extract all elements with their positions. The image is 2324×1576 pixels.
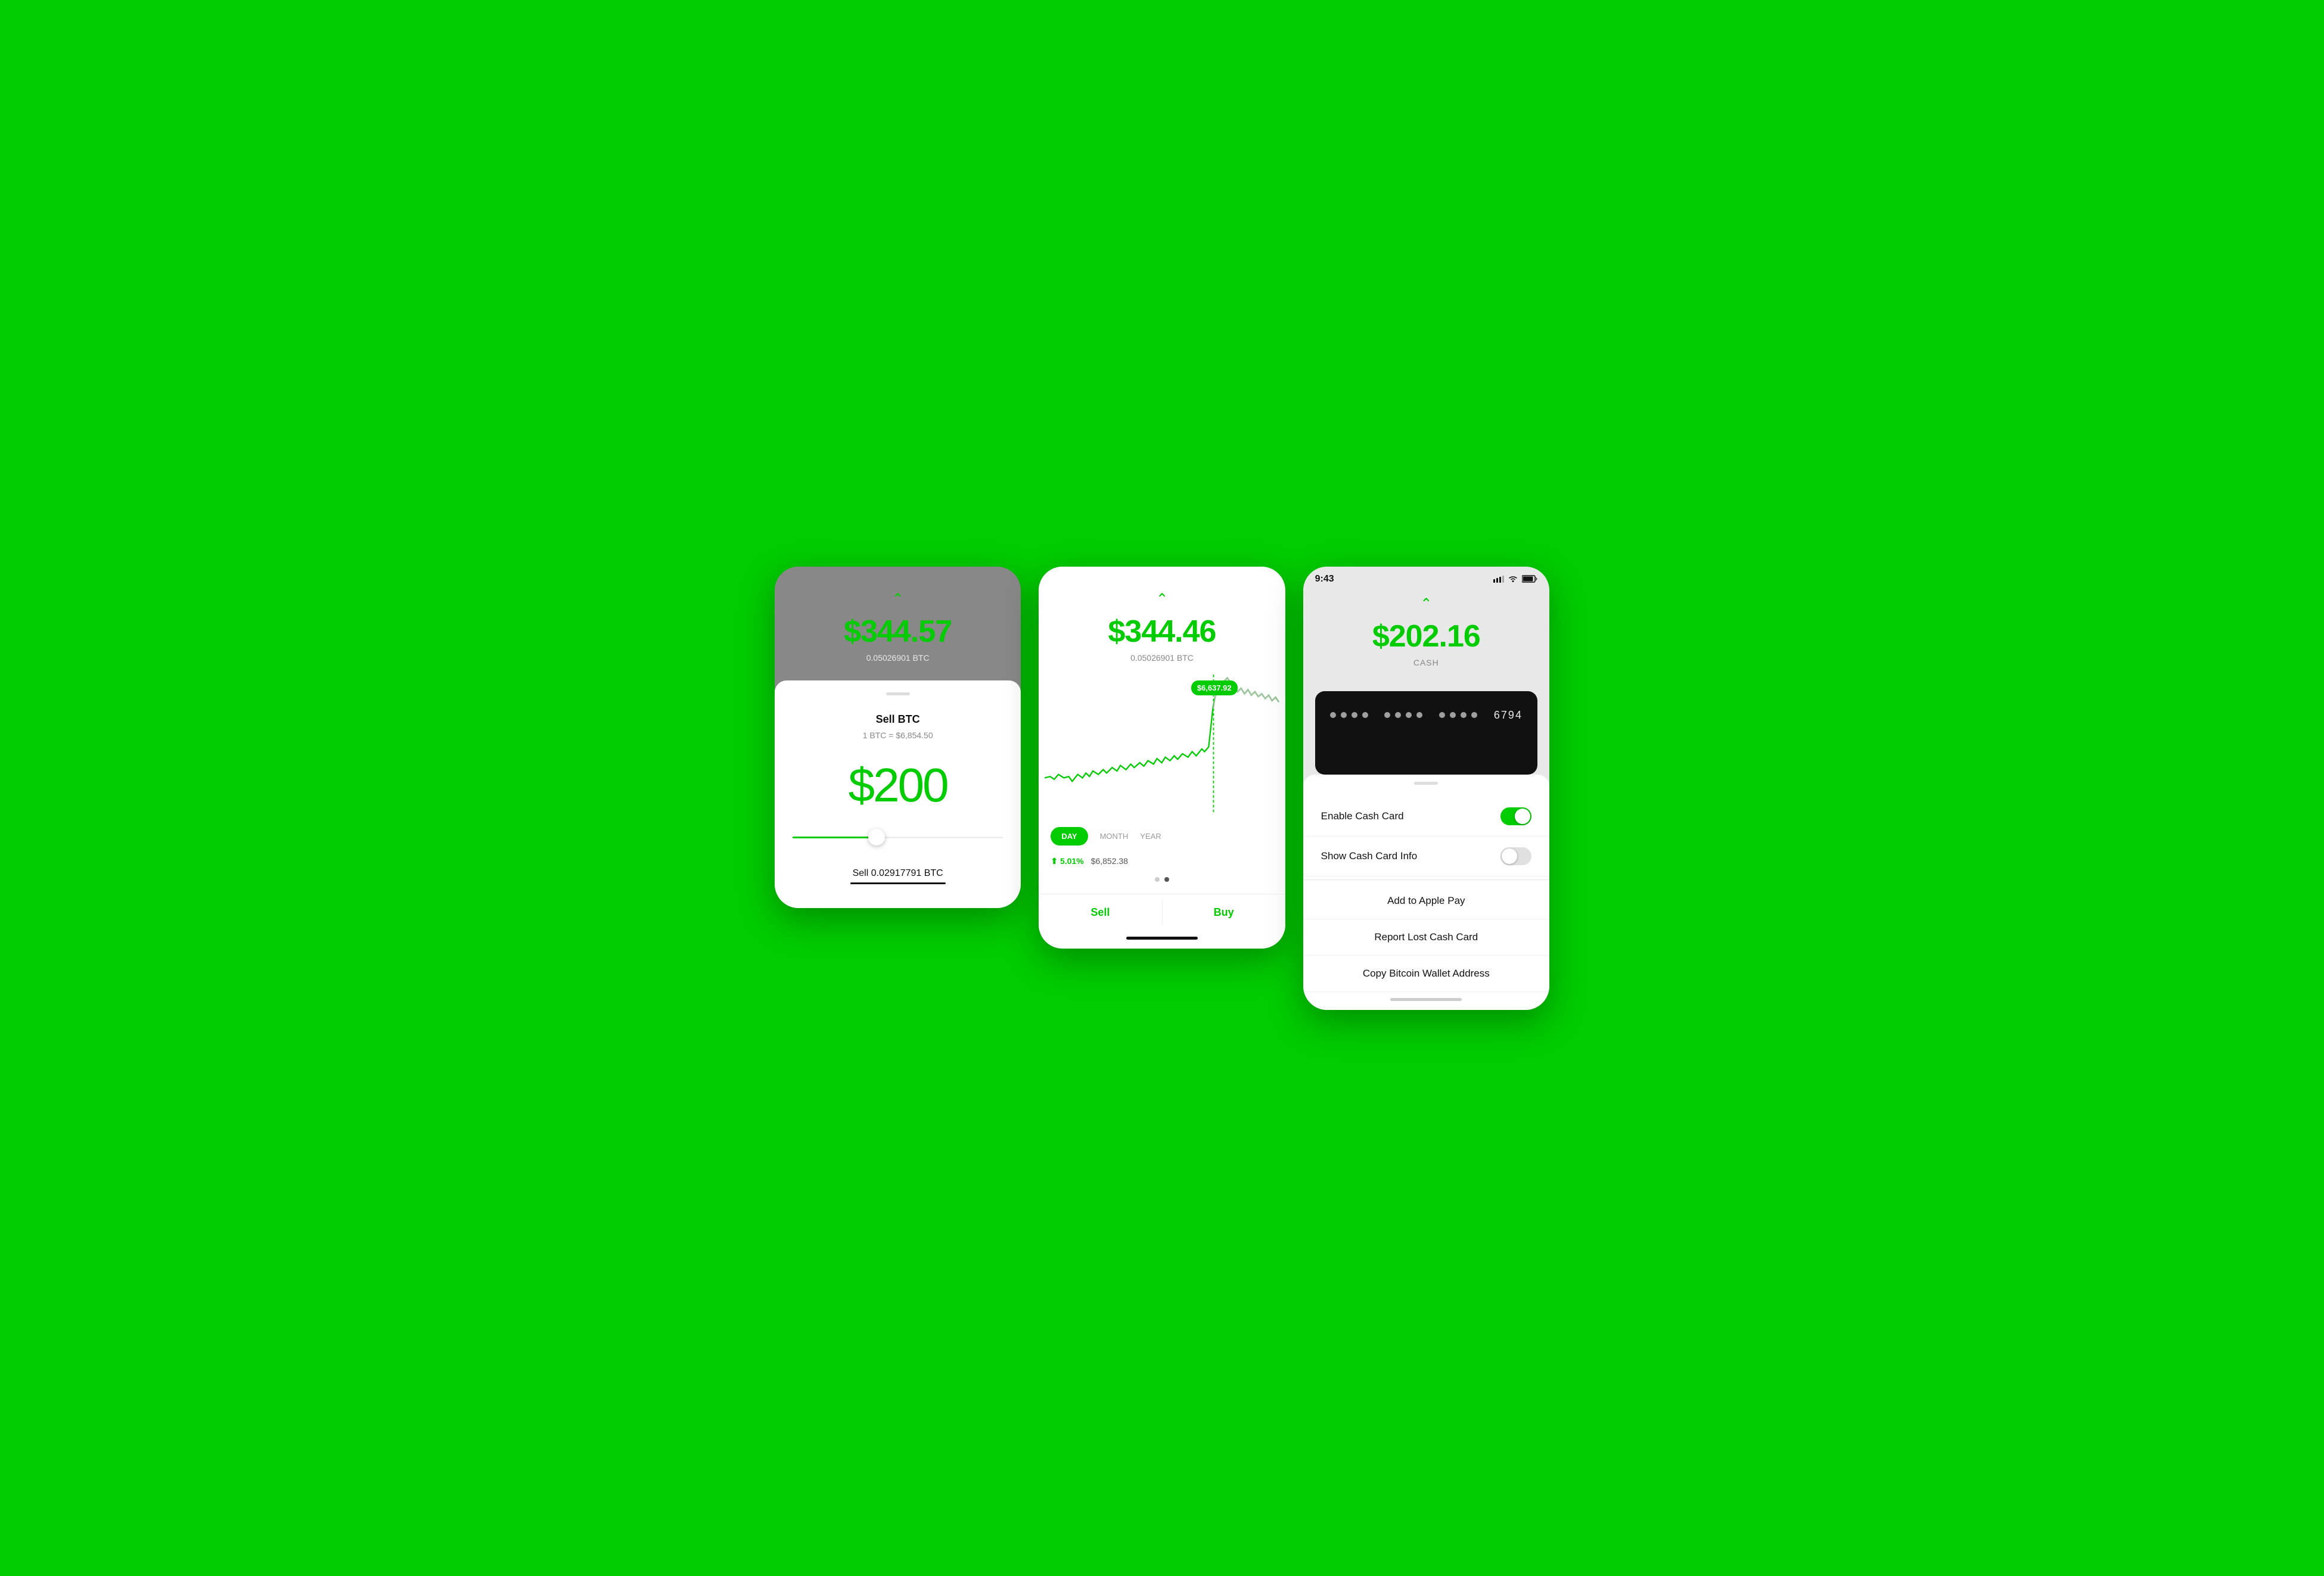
wifi-icon <box>1508 575 1518 583</box>
screen1-top: ⌃ $344.57 0.05026901 BTC <box>775 567 1021 680</box>
menu-item-copy-bitcoin[interactable]: Copy Bitcoin Wallet Address <box>1303 956 1549 992</box>
menu-item-report-lost[interactable]: Report Lost Cash Card <box>1303 919 1549 956</box>
btc-chart: $6,637.92 <box>1039 674 1285 815</box>
menu-item-add-apple-pay[interactable]: Add to Apple Pay <box>1303 883 1549 919</box>
tab-year[interactable]: YEAR <box>1140 832 1161 841</box>
dot-1 <box>1155 877 1160 882</box>
card-group-2 <box>1384 712 1422 718</box>
status-bar: 9:43 <box>1303 567 1549 589</box>
cash-amount: $202.16 <box>1372 618 1480 654</box>
sell-button[interactable]: Sell <box>1039 894 1161 931</box>
buy-button[interactable]: Buy <box>1163 894 1285 931</box>
card-group-3 <box>1439 712 1477 718</box>
btc-sub-screen2: 0.05026901 BTC <box>1130 653 1194 663</box>
menu-item-label: Enable Cash Card <box>1321 810 1404 822</box>
price-tooltip: $6,637.92 <box>1191 680 1238 695</box>
stat-pct: ⬆ 5.01% <box>1051 856 1083 866</box>
screen-btc-sell: ⌃ $344.57 0.05026901 BTC Sell BTC 1 BTC … <box>775 567 1021 908</box>
slider-track <box>793 837 1003 838</box>
card-dot <box>1330 712 1336 718</box>
show-cash-card-info-toggle[interactable] <box>1500 847 1531 865</box>
card-dot <box>1439 712 1445 718</box>
btc-sub-screen1: 0.05026901 BTC <box>866 653 930 663</box>
drag-handle[interactable] <box>886 692 910 695</box>
chart-buttons: Sell Buy <box>1039 894 1285 931</box>
card-dots: 6794 <box>1330 709 1523 722</box>
time-tabs: DAY MONTH YEAR <box>1039 821 1285 851</box>
menu-sheet: Enable Cash Card Show Cash Card Info Add… <box>1303 775 1549 1010</box>
dot-2 <box>1164 877 1169 882</box>
card-dot <box>1351 712 1357 718</box>
menu-item-label: Show Cash Card Info <box>1321 850 1418 862</box>
screen2-top: ⌃ $344.46 0.05026901 BTC <box>1039 567 1285 674</box>
signal-icon <box>1493 576 1504 583</box>
screens-container: ⌃ $344.57 0.05026901 BTC Sell BTC 1 BTC … <box>775 567 1549 1010</box>
battery-icon <box>1522 575 1537 583</box>
card-dot <box>1471 712 1477 718</box>
status-time: 9:43 <box>1315 574 1334 585</box>
tab-day[interactable]: DAY <box>1051 827 1088 845</box>
menu-drag-handle[interactable] <box>1414 782 1438 785</box>
chevron-up-icon-2[interactable]: ⌃ <box>1156 590 1168 608</box>
chart-svg <box>1045 674 1279 812</box>
card-dot <box>1416 712 1422 718</box>
card-dot <box>1450 712 1456 718</box>
menu-divider <box>1303 879 1549 880</box>
tab-month[interactable]: MONTH <box>1100 832 1129 841</box>
screen1-bottom: Sell BTC 1 BTC = $6,854.50 $200 Sell 0.0… <box>775 680 1021 908</box>
cash-label: CASH <box>1413 658 1439 667</box>
enable-cash-card-toggle[interactable] <box>1500 807 1531 825</box>
dots-row <box>1039 871 1285 888</box>
menu-item-enable-cash-card[interactable]: Enable Cash Card <box>1303 797 1549 837</box>
cash-card: 6794 <box>1315 691 1537 775</box>
screen3-top: ⌃ $202.16 CASH <box>1303 589 1549 679</box>
chevron-up-icon-3[interactable]: ⌃ <box>1420 595 1432 613</box>
status-icons <box>1493 575 1537 583</box>
card-dot <box>1406 712 1412 718</box>
home-indicator-3 <box>1390 998 1462 1001</box>
toggle-knob <box>1515 809 1530 824</box>
card-dot <box>1384 712 1390 718</box>
stats-row: ⬆ 5.01% $6,852.38 <box>1039 851 1285 871</box>
menu-item-show-cash-card-info[interactable]: Show Cash Card Info <box>1303 837 1549 876</box>
menu-item-label: Add to Apple Pay <box>1387 895 1465 907</box>
card-dot <box>1461 712 1467 718</box>
stat-price: $6,852.38 <box>1091 856 1128 866</box>
card-dot <box>1362 712 1368 718</box>
sell-title: Sell BTC <box>876 713 920 726</box>
slider-thumb[interactable] <box>868 829 885 845</box>
sell-btc-label: Sell 0.02917791 BTC <box>853 868 943 879</box>
menu-item-label: Copy Bitcoin Wallet Address <box>1363 968 1490 980</box>
card-dot <box>1341 712 1347 718</box>
btc-price-screen1: $344.57 <box>844 614 952 649</box>
chevron-up-icon[interactable]: ⌃ <box>892 590 904 608</box>
card-group-1 <box>1330 712 1368 718</box>
card-dot <box>1395 712 1401 718</box>
slider-fill <box>793 837 877 838</box>
home-indicator <box>1126 937 1198 940</box>
screen-btc-chart: ⌃ $344.46 0.05026901 BTC $6,637.92 DAY M… <box>1039 567 1285 949</box>
screen-cash-card: 9:43 <box>1303 567 1549 1010</box>
menu-item-label: Report Lost Cash Card <box>1374 931 1478 943</box>
btc-price-screen2: $344.46 <box>1108 614 1216 649</box>
sell-amount: $200 <box>849 758 947 813</box>
card-number-end: 6794 <box>1494 709 1523 722</box>
toggle-knob <box>1502 848 1517 864</box>
sell-rate: 1 BTC = $6,854.50 <box>863 731 933 740</box>
sell-slider[interactable] <box>793 837 1003 838</box>
sell-btc-underline <box>850 882 946 884</box>
